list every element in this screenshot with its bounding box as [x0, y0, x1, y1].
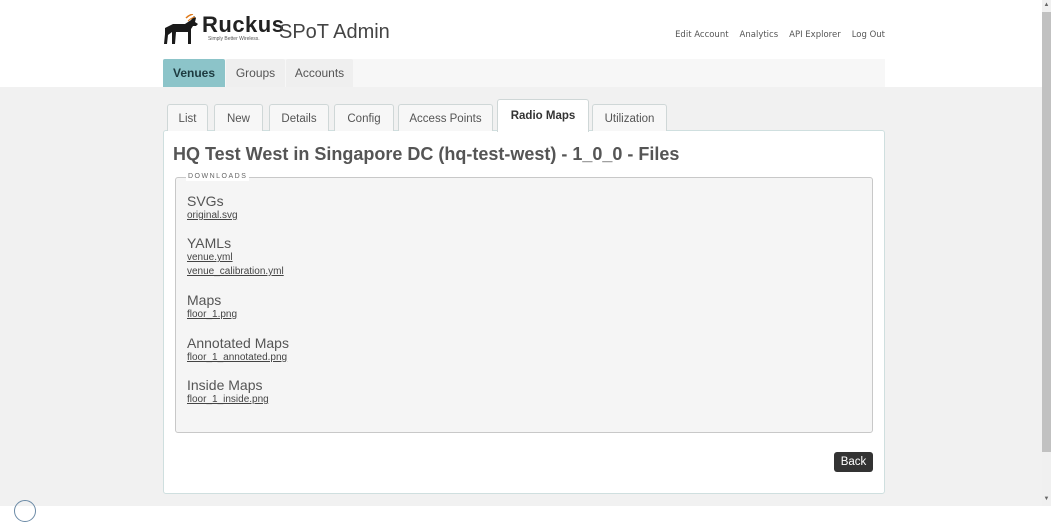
- app-title: SPoT Admin: [279, 21, 390, 43]
- tab-new[interactable]: New: [214, 104, 263, 131]
- file-link[interactable]: floor_1.png: [187, 308, 237, 322]
- tab-radio-maps[interactable]: Radio Maps: [497, 99, 589, 132]
- downloads-legend: DOWNLOADS: [186, 172, 250, 181]
- scroll-down-arrow-icon[interactable]: ▼: [1043, 496, 1050, 503]
- analytics-link[interactable]: Analytics: [740, 30, 779, 40]
- file-link[interactable]: venue.yml: [187, 251, 284, 265]
- top-links: Edit Account Analytics API Explorer Log …: [675, 30, 885, 40]
- downloads-group-maps: Maps floor_1.png: [187, 292, 237, 322]
- downloads-group-inside-maps: Inside Maps floor_1_inside.png: [187, 377, 269, 407]
- tab-utilization[interactable]: Utilization: [592, 104, 667, 131]
- main-nav: Venues Groups Accounts: [163, 59, 885, 87]
- downloads-group-annotated-maps: Annotated Maps floor_1_annotated.png: [187, 335, 289, 365]
- header: Ruckus Simply Better Wireless. SPoT Admi…: [0, 0, 1042, 87]
- dog-logo-icon: [164, 14, 198, 44]
- help-circle-icon[interactable]: [14, 500, 36, 522]
- file-link[interactable]: floor_1_annotated.png: [187, 351, 289, 365]
- file-link[interactable]: floor_1_inside.png: [187, 393, 269, 407]
- scroll-up-arrow-icon[interactable]: ▲: [1043, 2, 1050, 9]
- group-title: Maps: [187, 292, 222, 308]
- group-title: Annotated Maps: [187, 335, 289, 351]
- downloads-group-svgs: SVGs original.svg: [187, 193, 238, 223]
- vertical-scrollbar[interactable]: ▲ ▼: [1042, 0, 1051, 506]
- brand-logo[interactable]: Ruckus Simply Better Wireless.: [163, 14, 284, 46]
- page-title: HQ Test West in Singapore DC (hq-test-we…: [173, 144, 680, 164]
- downloads-fieldset: [175, 177, 873, 433]
- log-out-link[interactable]: Log Out: [852, 30, 885, 40]
- group-title: SVGs: [187, 193, 224, 209]
- group-title: YAMLs: [187, 235, 232, 251]
- tab-list[interactable]: List: [167, 104, 208, 131]
- nav-accounts[interactable]: Accounts: [286, 59, 353, 87]
- file-link[interactable]: venue_calibration.yml: [187, 265, 284, 279]
- nav-venues[interactable]: Venues: [163, 59, 225, 87]
- nav-groups[interactable]: Groups: [226, 59, 285, 87]
- tab-config[interactable]: Config: [334, 104, 394, 131]
- group-title: Inside Maps: [187, 377, 263, 393]
- tab-access-points[interactable]: Access Points: [398, 104, 493, 131]
- tab-details[interactable]: Details: [269, 104, 329, 131]
- scrollbar-thumb[interactable]: [1042, 12, 1051, 452]
- back-button[interactable]: Back: [834, 452, 873, 472]
- brand-name: Ruckus: [202, 12, 285, 37]
- file-link[interactable]: original.svg: [187, 209, 238, 223]
- downloads-group-yamls: YAMLs venue.yml venue_calibration.yml: [187, 235, 284, 279]
- edit-account-link[interactable]: Edit Account: [675, 30, 728, 40]
- api-explorer-link[interactable]: API Explorer: [789, 30, 841, 40]
